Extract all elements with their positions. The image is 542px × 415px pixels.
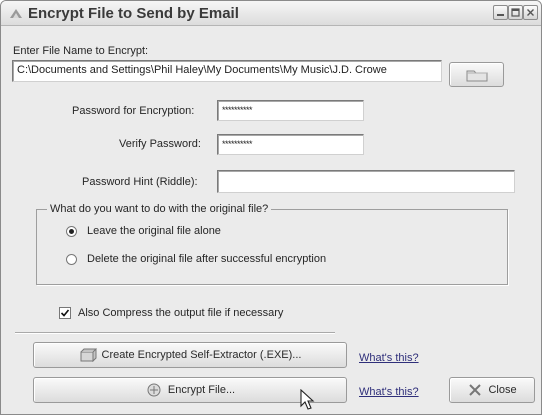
compress-checkbox[interactable] bbox=[59, 307, 71, 319]
app-icon bbox=[10, 9, 22, 18]
folder-icon bbox=[466, 70, 487, 81]
separator-line bbox=[15, 332, 335, 334]
original-file-group-legend: What do you want to do with the original… bbox=[47, 203, 272, 215]
minimize-icon bbox=[497, 14, 504, 16]
close-window-button[interactable] bbox=[523, 5, 538, 20]
original-file-group bbox=[36, 209, 508, 285]
package-icon bbox=[80, 348, 97, 362]
close-icon bbox=[527, 9, 534, 16]
whats-this-link-self-extractor[interactable]: What's this? bbox=[359, 352, 419, 364]
close-x-icon bbox=[469, 384, 482, 396]
browse-button[interactable] bbox=[449, 62, 504, 87]
minimize-button[interactable] bbox=[493, 5, 508, 20]
close-button[interactable]: Close bbox=[449, 377, 535, 403]
password-hint-label: Password Hint (Riddle): bbox=[82, 176, 198, 188]
password-hint-input[interactable] bbox=[217, 170, 515, 193]
delete-original-label[interactable]: Delete the original file after successfu… bbox=[87, 253, 326, 265]
checkmark-icon bbox=[60, 309, 70, 317]
encrypt-dialog-window: Encrypt File to Send by Email Enter File… bbox=[0, 0, 542, 415]
radio-selected-dot bbox=[69, 229, 74, 234]
encrypt-file-label: Encrypt File... bbox=[167, 384, 236, 396]
compress-label[interactable]: Also Compress the output file if necessa… bbox=[78, 307, 283, 319]
leave-original-radio[interactable] bbox=[66, 226, 77, 237]
encrypt-icon bbox=[147, 383, 161, 397]
create-self-extractor-button[interactable]: Create Encrypted Self-Extractor (.EXE)..… bbox=[33, 342, 347, 368]
delete-original-radio[interactable] bbox=[66, 254, 77, 265]
leave-original-label[interactable]: Leave the original file alone bbox=[87, 225, 221, 237]
verify-password-label: Verify Password: bbox=[119, 138, 201, 150]
file-path-input[interactable]: C:\Documents and Settings\Phil Haley\My … bbox=[12, 60, 442, 82]
maximize-button[interactable] bbox=[508, 5, 523, 20]
close-button-label: Close bbox=[488, 384, 517, 396]
verify-password-input[interactable]: ********** bbox=[217, 134, 364, 155]
password-label: Password for Encryption: bbox=[72, 105, 195, 117]
window-title: Encrypt File to Send by Email bbox=[28, 5, 239, 22]
create-self-extractor-label: Create Encrypted Self-Extractor (.EXE)..… bbox=[101, 349, 302, 361]
password-input[interactable]: ********** bbox=[217, 100, 364, 121]
title-bar[interactable]: Encrypt File to Send by Email bbox=[1, 1, 541, 26]
file-name-label: Enter File Name to Encrypt: bbox=[13, 45, 149, 57]
whats-this-link-encrypt[interactable]: What's this? bbox=[359, 386, 419, 398]
maximize-icon bbox=[511, 8, 520, 17]
mouse-cursor-icon bbox=[300, 389, 315, 410]
